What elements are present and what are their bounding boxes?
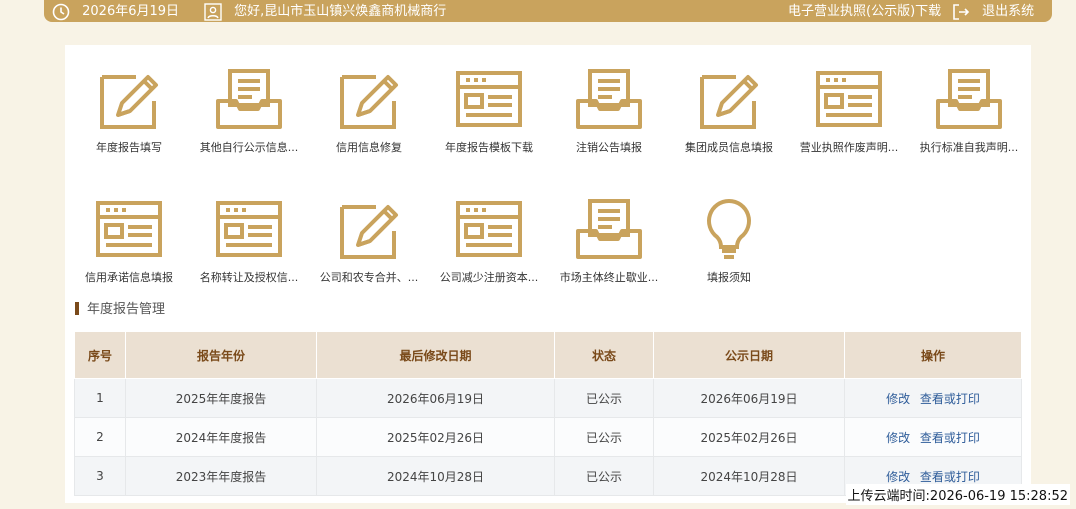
form-document-icon <box>814 67 884 133</box>
pencil-document-icon <box>334 67 404 133</box>
cell-modified: 2024年10月28日 <box>316 456 555 496</box>
section-title: 年度报告管理 <box>75 298 165 317</box>
logout-text[interactable]: 退出系统 <box>982 4 1034 19</box>
greeting: 您好,昆山市玉山镇兴焕鑫商机械商行 <box>204 2 446 22</box>
function-tile-label: 年度报告模板下载 <box>445 141 533 154</box>
table-header-row: 序号 报告年份 最后修改日期 状态 公示日期 操作 <box>74 331 1022 379</box>
function-tile-label: 其他自行公示信息... <box>199 141 299 154</box>
cell-modified: 2025年02月26日 <box>316 417 555 457</box>
function-tile[interactable]: 执行标准自我声明... <box>909 67 1029 155</box>
cell-year: 2024年年度报告 <box>125 417 317 457</box>
logout-icon <box>953 3 970 20</box>
function-tile-label: 公司减少注册资本... <box>439 271 539 284</box>
cell-published: 2024年10月28日 <box>653 456 845 496</box>
cell-no: 3 <box>74 456 126 496</box>
col-header-actions: 操作 <box>844 331 1022 379</box>
date-text: 2026年6月19日 <box>82 4 180 19</box>
function-tile[interactable]: 市场主体终止歇业... <box>549 197 669 285</box>
form-document-icon <box>94 197 164 263</box>
function-tile[interactable]: 填报须知 <box>669 197 789 285</box>
function-tile[interactable]: 营业执照作废声明... <box>789 67 909 155</box>
function-tile[interactable]: 注销公告填报 <box>549 67 669 155</box>
function-tile-label: 填报须知 <box>707 271 751 284</box>
cell-published: 2025年02月26日 <box>653 417 845 457</box>
inbox-document-icon <box>574 67 644 133</box>
license-download-text[interactable]: 电子营业执照(公示版)下载 <box>788 4 941 19</box>
function-tile[interactable]: 公司减少注册资本... <box>429 197 549 285</box>
function-tile-label: 信用信息修复 <box>336 141 402 154</box>
form-document-icon <box>214 197 284 263</box>
col-header-modified: 最后修改日期 <box>316 331 555 379</box>
form-document-icon <box>454 67 524 133</box>
top-bar: 2026年6月19日 您好,昆山市玉山镇兴焕鑫商机械商行 电子营业执照(公示版)… <box>44 0 1052 22</box>
function-tile-label: 公司和农专合并、... <box>319 271 419 284</box>
function-tile[interactable]: 公司和农专合并、... <box>309 197 429 285</box>
edit-link[interactable]: 修改 <box>886 431 910 445</box>
function-tile-label: 信用承诺信息填报 <box>85 271 173 284</box>
cell-status: 已公示 <box>554 378 654 418</box>
cell-no: 2 <box>74 417 126 457</box>
logout-button[interactable]: 退出系统 <box>952 2 1034 22</box>
pencil-document-icon <box>334 197 404 263</box>
edit-link[interactable]: 修改 <box>886 392 910 406</box>
col-header-status: 状态 <box>554 331 654 379</box>
cell-year: 2025年年度报告 <box>125 378 317 418</box>
inbox-document-icon <box>574 197 644 263</box>
edit-link[interactable]: 修改 <box>886 470 910 484</box>
cell-year: 2023年年度报告 <box>125 456 317 496</box>
function-tile-label: 集团成员信息填报 <box>685 141 773 154</box>
table-row: 1 2025年年度报告 2026年06月19日 已公示 2026年06月19日 … <box>74 378 1022 418</box>
function-tile-label: 注销公告填报 <box>576 141 642 154</box>
cell-no: 1 <box>74 378 126 418</box>
inbox-document-icon <box>214 67 284 133</box>
license-download-link[interactable]: 电子营业执照(公示版)下载 <box>788 2 941 22</box>
function-tile-label: 市场主体终止歇业... <box>559 271 659 284</box>
lightbulb-icon <box>694 197 764 263</box>
function-tile[interactable]: 名称转让及授权信... <box>189 197 309 285</box>
user-icon <box>204 2 222 21</box>
annual-report-table: 序号 报告年份 最后修改日期 状态 公示日期 操作 1 2025年年度报告 20… <box>74 331 1022 496</box>
greeting-text: 您好,昆山市玉山镇兴焕鑫商机械商行 <box>234 4 447 19</box>
pencil-document-icon <box>94 67 164 133</box>
main-panel: 年度报告填写 其他自行公示信息... 信用信息修复 年度报告模板下载 注销公告填… <box>65 45 1031 503</box>
function-tile[interactable]: 年度报告填写 <box>69 67 189 155</box>
col-header-published: 公示日期 <box>653 331 845 379</box>
section-marker <box>75 302 79 315</box>
function-tile-label: 名称转让及授权信... <box>199 271 299 284</box>
function-tile-label: 营业执照作废声明... <box>799 141 899 154</box>
col-header-year: 报告年份 <box>125 331 317 379</box>
function-tile[interactable]: 信用承诺信息填报 <box>69 197 189 285</box>
function-tile-label: 执行标准自我声明... <box>919 141 1019 154</box>
upload-timestamp: 上传云端时间:2026-06-19 15:28:52 <box>845 484 1070 505</box>
cell-actions: 修改 查看或打印 <box>844 417 1022 457</box>
form-document-icon <box>454 197 524 263</box>
function-tile-label: 年度报告填写 <box>96 141 162 154</box>
view-print-link[interactable]: 查看或打印 <box>920 392 980 406</box>
inbox-document-icon <box>934 67 1004 133</box>
view-print-link[interactable]: 查看或打印 <box>920 470 980 484</box>
cell-modified: 2026年06月19日 <box>316 378 555 418</box>
cell-actions: 修改 查看或打印 <box>844 378 1022 418</box>
date-display: 2026年6月19日 <box>52 2 179 22</box>
clock-icon <box>52 3 70 20</box>
cell-status: 已公示 <box>554 456 654 496</box>
pencil-document-icon <box>694 67 764 133</box>
col-header-no: 序号 <box>74 331 126 379</box>
cell-published: 2026年06月19日 <box>653 378 845 418</box>
function-tile[interactable]: 信用信息修复 <box>309 67 429 155</box>
cell-status: 已公示 <box>554 417 654 457</box>
function-tile[interactable]: 集团成员信息填报 <box>669 67 789 155</box>
function-tile[interactable]: 其他自行公示信息... <box>189 67 309 155</box>
function-tile[interactable]: 年度报告模板下载 <box>429 67 549 155</box>
table-row: 2 2024年年度报告 2025年02月26日 已公示 2025年02月26日 … <box>74 417 1022 457</box>
view-print-link[interactable]: 查看或打印 <box>920 431 980 445</box>
